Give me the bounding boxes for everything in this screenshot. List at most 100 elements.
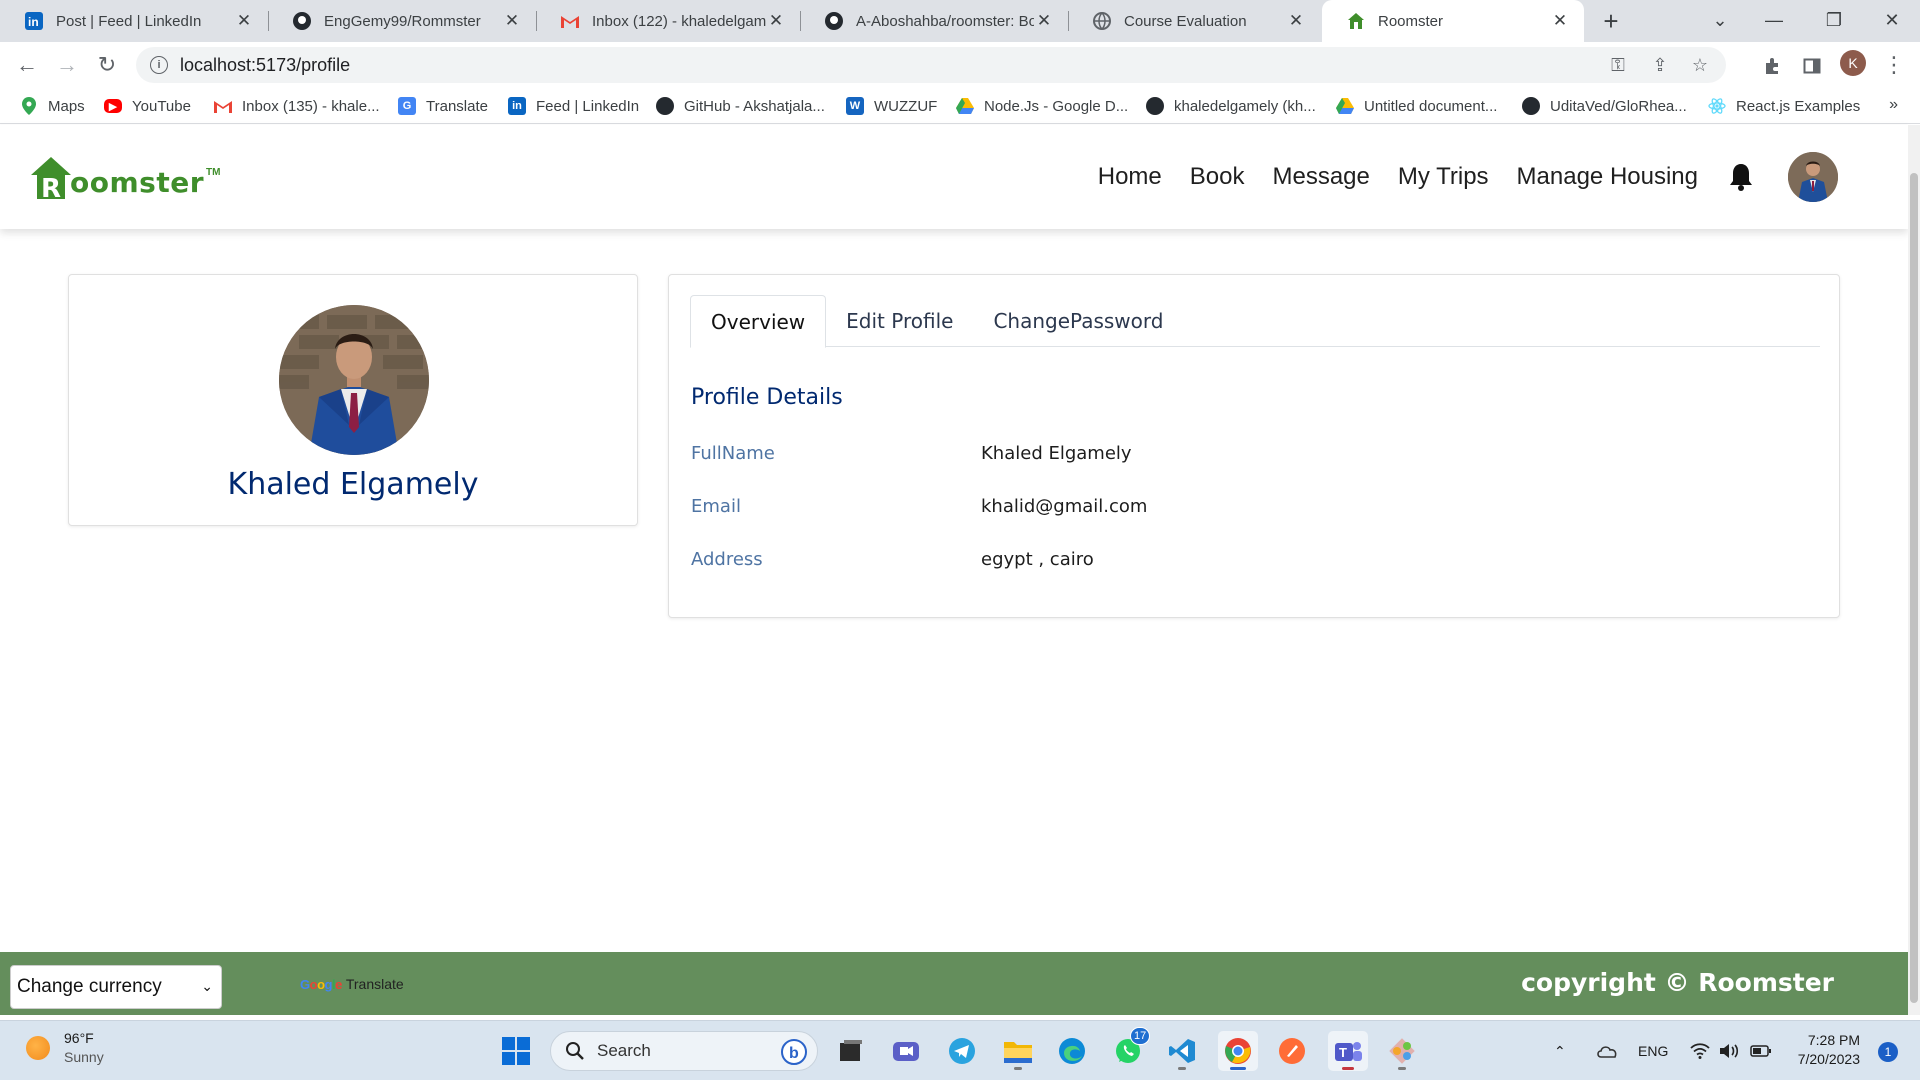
github-icon (1522, 97, 1540, 115)
section-title: Profile Details (691, 385, 843, 410)
site-info-icon[interactable]: i (150, 56, 168, 74)
close-tab-icon[interactable]: ✕ (766, 11, 786, 31)
detail-row: Address egypt , cairo (691, 545, 1791, 573)
close-tab-icon[interactable]: ✕ (1550, 11, 1570, 31)
file-explorer-icon[interactable] (998, 1031, 1038, 1071)
bookmark-item[interactable]: GitHub - Akshatjala... (656, 94, 825, 118)
omnibox[interactable]: i localhost:5173/profile ⚿ ⇪ ☆ (136, 47, 1726, 83)
minimize-icon[interactable]: — (1746, 0, 1802, 40)
bookmark-item[interactable]: ▶ YouTube (104, 94, 191, 118)
roomster-logo[interactable]: R oomster TM (30, 151, 220, 204)
teams-meet-icon[interactable] (886, 1031, 926, 1071)
whatsapp-badge: 17 (1130, 1027, 1151, 1045)
new-tab-button[interactable]: + (1598, 6, 1624, 36)
svg-text:b: b (789, 1045, 799, 1062)
forward-icon[interactable]: → (52, 50, 82, 80)
profile-avatar[interactable]: K (1840, 50, 1866, 76)
bookmark-item[interactable]: UditaVed/GloRhea... (1522, 94, 1687, 118)
edge-icon[interactable] (1052, 1031, 1092, 1071)
search-icon (566, 1042, 584, 1060)
language-indicator[interactable]: ENG (1638, 1021, 1668, 1080)
bookmark-item[interactable]: G Translate (398, 94, 488, 118)
close-tab-icon[interactable]: ✕ (502, 11, 522, 31)
menu-kebab-icon[interactable]: ⋮ (1883, 50, 1905, 80)
system-clock[interactable]: 7:28 PM 7/20/2023 (1798, 1031, 1860, 1069)
maps-icon (20, 97, 38, 115)
side-panel-icon[interactable] (1800, 54, 1824, 78)
postman-icon[interactable] (1272, 1031, 1312, 1071)
wifi-icon[interactable] (1690, 1021, 1710, 1080)
windows-taskbar: 96°F Sunny Search b 17 T ⌃ ENG 7:28 PM 7… (0, 1020, 1920, 1080)
teams-icon[interactable]: T (1328, 1031, 1368, 1071)
browser-tab[interactable]: EngGemy99/Rommster ✕ (268, 0, 536, 42)
tab-change-password[interactable]: ChangePassword (973, 295, 1183, 347)
star-icon[interactable]: ☆ (1688, 53, 1712, 77)
notification-badge[interactable]: 1 (1878, 1042, 1898, 1062)
browser-tab[interactable]: in Post | Feed | LinkedIn ✕ (0, 0, 268, 42)
onedrive-icon[interactable] (1596, 1021, 1618, 1080)
currency-select[interactable]: Change currency ⌄ (10, 965, 222, 1009)
tab-search-icon[interactable]: ⌄ (1692, 0, 1748, 40)
volume-icon[interactable] (1718, 1021, 1740, 1080)
profile-card: Khaled Elgamely (68, 274, 638, 526)
browser-tab[interactable]: Course Evaluation ✕ (1068, 0, 1320, 42)
scrollbar-thumb[interactable] (1910, 173, 1918, 1003)
nav-home[interactable]: Home (1098, 163, 1162, 191)
close-tab-icon[interactable]: ✕ (1034, 11, 1054, 31)
bing-icon[interactable]: b (781, 1039, 807, 1070)
globe-icon (1092, 11, 1112, 31)
bookmark-item[interactable]: W WUZZUF (846, 94, 937, 118)
git-icon[interactable] (1382, 1031, 1422, 1071)
tab-edit-profile[interactable]: Edit Profile (826, 295, 973, 347)
bookmark-item[interactable]: Untitled document... (1336, 94, 1497, 118)
close-window-icon[interactable]: ✕ (1864, 0, 1920, 40)
browser-tab-active[interactable]: Roomster ✕ (1322, 0, 1584, 42)
windows-start-icon[interactable] (496, 1031, 536, 1071)
restore-icon[interactable]: ❐ (1806, 0, 1862, 40)
bookmark-item[interactable]: Inbox (135) - khale... (214, 94, 380, 118)
google-drive-icon (1336, 97, 1354, 115)
detail-value: khalid@gmail.com (981, 495, 1148, 517)
tray-overflow-icon[interactable]: ⌃ (1554, 1021, 1566, 1080)
user-avatar[interactable] (1788, 152, 1838, 202)
share-icon[interactable]: ⇪ (1648, 53, 1672, 77)
taskbar-search[interactable]: Search b (550, 1031, 818, 1071)
url-text[interactable]: localhost:5173/profile (180, 55, 350, 76)
svg-text:T: T (1339, 1045, 1347, 1060)
chrome-icon[interactable] (1218, 1031, 1258, 1071)
nav-my-trips[interactable]: My Trips (1398, 163, 1489, 191)
bookmarks-overflow-icon[interactable]: » (1889, 96, 1898, 114)
close-tab-icon[interactable]: ✕ (234, 11, 254, 31)
bookmark-item[interactable]: Node.Js - Google D... (956, 94, 1128, 118)
google-translate-widget[interactable]: Google Translate (300, 976, 404, 992)
close-tab-icon[interactable]: ✕ (1286, 11, 1306, 31)
chevron-down-icon: ⌄ (201, 978, 213, 994)
bookmark-item[interactable]: khaledelgamely (kh... (1146, 94, 1316, 118)
bookmark-item[interactable]: React.js Examples (1708, 94, 1860, 118)
nav-manage-housing[interactable]: Manage Housing (1517, 163, 1698, 191)
bookmark-item[interactable]: in Feed | LinkedIn (508, 94, 639, 118)
browser-tab[interactable]: Inbox (122) - khaledelgame ✕ (536, 0, 800, 42)
reload-icon[interactable]: ↻ (92, 50, 122, 80)
github-icon (292, 11, 312, 31)
browser-tab[interactable]: A-Aboshahba/roomster: Bo ✕ (800, 0, 1068, 42)
extensions-icon[interactable] (1760, 54, 1784, 78)
weather-widget[interactable]: 96°F Sunny (26, 1029, 104, 1067)
vscode-icon[interactable] (1162, 1031, 1202, 1071)
page-scrollbar[interactable] (1908, 125, 1920, 1015)
bell-icon[interactable] (1726, 162, 1756, 192)
detail-row: Email khalid@gmail.com (691, 492, 1791, 520)
tab-overview[interactable]: Overview (690, 295, 827, 348)
key-icon[interactable]: ⚿ (1606, 53, 1630, 77)
nav-book[interactable]: Book (1190, 163, 1245, 191)
telegram-icon[interactable] (942, 1031, 982, 1071)
bookmark-item[interactable]: Maps (20, 94, 85, 118)
browser-tab-strip: in Post | Feed | LinkedIn ✕ EngGemy99/Ro… (0, 0, 1920, 42)
back-icon[interactable]: ← (12, 50, 42, 80)
task-view-icon[interactable] (830, 1031, 870, 1071)
whatsapp-icon[interactable]: 17 (1108, 1027, 1151, 1071)
nav-message[interactable]: Message (1272, 163, 1369, 191)
github-icon (824, 11, 844, 31)
battery-icon[interactable] (1750, 1021, 1772, 1080)
detail-row: FullName Khaled Elgamely (691, 439, 1791, 467)
